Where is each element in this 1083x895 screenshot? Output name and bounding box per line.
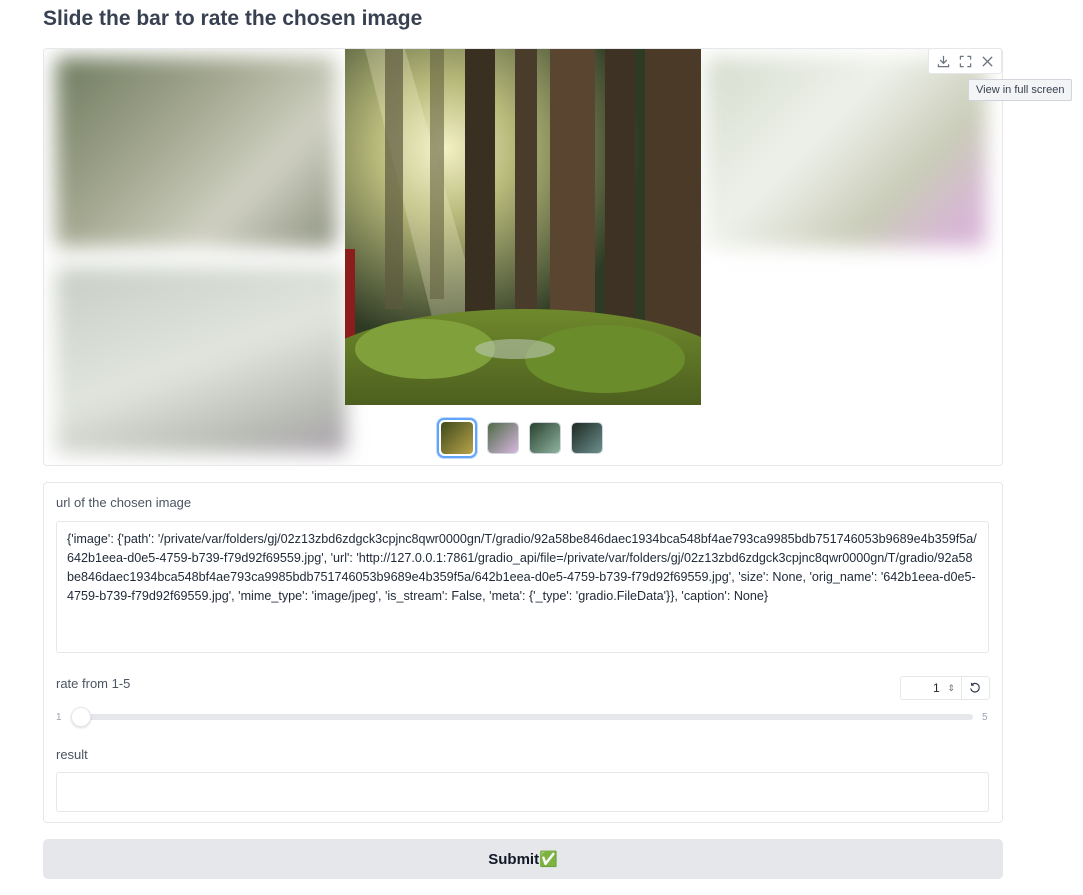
thumbnail-4-image [572,423,602,453]
rating-number-value: 1 [932,681,940,695]
thumbnail-strip [437,418,603,458]
url-field-label: url of the chosen image [56,495,192,510]
submit-button[interactable]: Submit✅ [43,839,1003,879]
result-label: result [56,747,88,762]
fullscreen-icon[interactable] [955,51,975,71]
thumbnail-2[interactable] [487,422,519,454]
close-icon[interactable] [977,51,997,71]
reset-icon[interactable] [960,677,989,699]
rating-slider-handle[interactable] [71,707,91,727]
gallery-toolbar [928,48,1002,74]
thumbnail-2-image [488,423,518,453]
blurred-image-top-right [706,57,986,247]
thumbnail-4[interactable] [571,422,603,454]
thumbnail-1-image [441,422,473,454]
url-textbox[interactable]: {'image': {'path': '/private/var/folders… [56,521,989,653]
selected-image [345,49,701,405]
form-panel: url of the chosen image {'image': {'path… [43,482,1003,823]
thumbnail-3[interactable] [529,422,561,454]
blurred-image-bottom-left [56,267,346,453]
thumbnail-3-image [530,423,560,453]
rating-slider-track[interactable] [80,714,973,720]
rating-number-input[interactable]: 1 ⇕ [900,676,990,700]
result-textbox[interactable] [56,772,989,812]
blurred-image-top-left [56,57,336,247]
image-gallery [43,48,1003,466]
slider-max-label: 5 [982,712,988,723]
thumbnail-1[interactable] [437,418,477,458]
rating-label: rate from 1-5 [56,676,131,691]
fullscreen-tooltip: View in full screen [968,79,1073,101]
spinner-icon[interactable]: ⇕ [942,683,961,694]
download-icon[interactable] [933,51,953,71]
page-title: Slide the bar to rate the chosen image [43,7,423,30]
slider-min-label: 1 [56,712,62,723]
